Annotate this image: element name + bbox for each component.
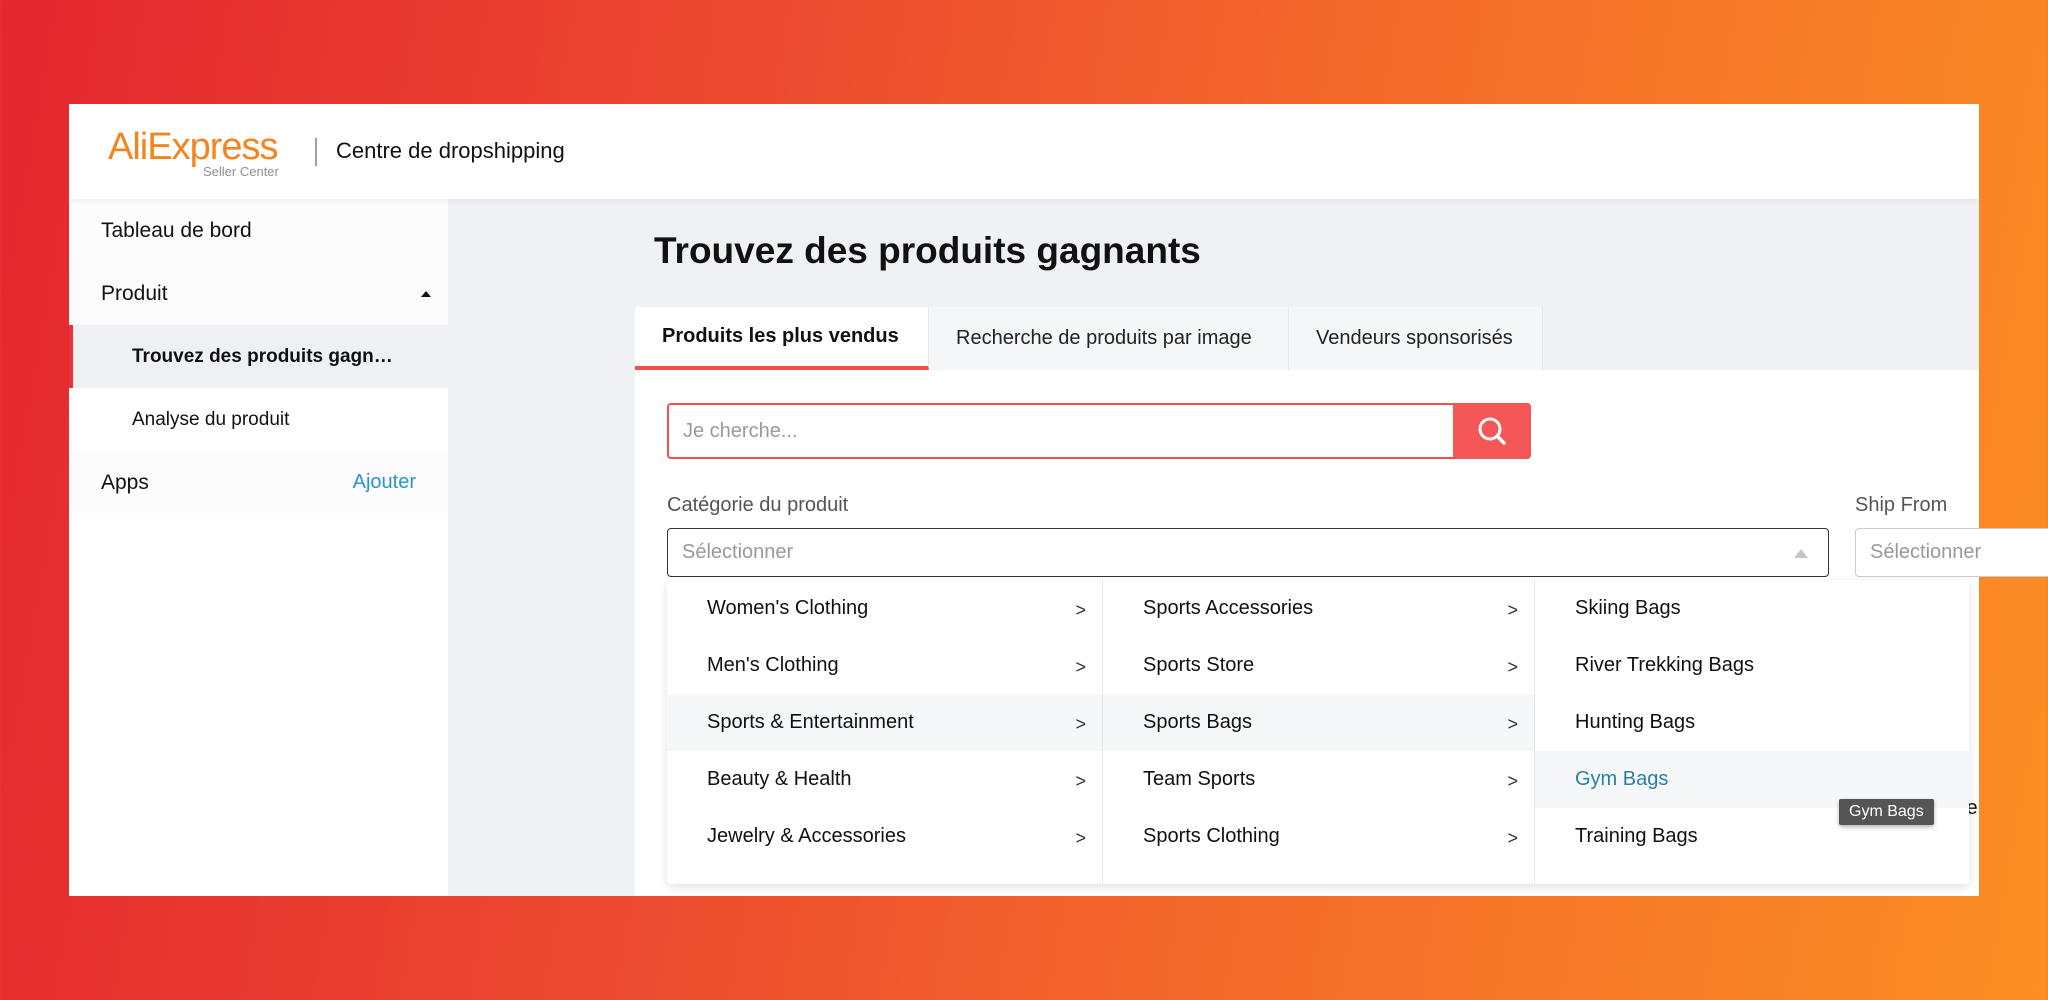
chevron-right-icon: > — [1507, 657, 1518, 677]
search-placeholder: Je cherche... — [683, 420, 798, 442]
sidebar: Tableau de bord Produit Trouvez des prod… — [69, 199, 448, 896]
logo-text: AliExpress — [108, 126, 278, 168]
search-icon — [1478, 417, 1506, 445]
sidebar-item-label: Trouvez des produits gagn… — [132, 345, 393, 367]
option-label: Sports & Entertainment — [707, 711, 914, 733]
ship-from-placeholder: Sélectionner — [1870, 541, 1982, 563]
add-app-link[interactable]: Ajouter — [353, 471, 416, 494]
category-option[interactable]: Men's Clothing > — [667, 637, 1102, 694]
sidebar-item-label: Apps — [101, 470, 149, 494]
aliexpress-logo[interactable]: AliExpress Seller Center — [108, 126, 308, 179]
chevron-right-icon: > — [1075, 771, 1086, 791]
category-column-1: Women's Clothing > Men's Clothing > Sports… — [667, 580, 1103, 884]
ship-from-label: Ship From — [1855, 494, 1948, 516]
category-column-3: Skiing Bags River Trekking Bags Hunting … — [1535, 580, 1969, 884]
category-placeholder: Sélectionner — [682, 541, 794, 563]
category-option[interactable]: Sports Store > — [1103, 637, 1534, 694]
option-label: Training Bags — [1575, 825, 1698, 847]
caret-up-icon — [1794, 549, 1808, 558]
tab-bar: Produits les plus vendus Recherche de pr… — [635, 307, 1543, 370]
page-title: Trouvez des produits gagnants — [654, 230, 1201, 271]
category-option[interactable]: Sports Bags > — [1103, 694, 1534, 751]
category-option[interactable]: Jewelry & Accessories > — [667, 808, 1102, 865]
tooltip: Gym Bags — [1839, 799, 1934, 825]
sidebar-item-analyse[interactable]: Analyse du produit — [69, 388, 448, 451]
option-label: Skiing Bags — [1575, 597, 1681, 619]
header-divider — [315, 138, 317, 166]
option-label: Jewelry & Accessories — [707, 825, 906, 847]
category-label: Catégorie du produit — [667, 494, 849, 516]
category-dropdown: Women's Clothing > Men's Clothing > Sports… — [667, 580, 1969, 884]
tab-best-sellers[interactable]: Produits les plus vendus — [635, 307, 929, 370]
sidebar-item-produit[interactable]: Produit — [69, 262, 448, 325]
category-option[interactable]: Sports & Entertainment > — [667, 694, 1102, 751]
category-option[interactable]: Women's Clothing > — [667, 580, 1102, 637]
option-label: Sports Clothing — [1143, 825, 1280, 847]
option-label: Team Sports — [1143, 768, 1256, 790]
sidebar-item-label: Analyse du produit — [132, 408, 290, 430]
option-label: River Trekking Bags — [1575, 654, 1754, 676]
chevron-right-icon: > — [1075, 600, 1086, 620]
tab-image-search[interactable]: Recherche de produits par image — [929, 307, 1289, 370]
search-input[interactable]: Je cherche... — [667, 403, 1531, 459]
chevron-right-icon: > — [1075, 714, 1086, 734]
option-label: Sports Bags — [1143, 711, 1252, 733]
category-option[interactable]: Hunting Bags — [1535, 694, 1969, 751]
sidebar-item-apps[interactable]: Apps Ajouter — [69, 451, 448, 514]
tab-sponsored-sellers[interactable]: Vendeurs sponsorisés — [1289, 307, 1543, 370]
header-title: Centre de dropshipping — [336, 138, 565, 163]
option-label: Hunting Bags — [1575, 711, 1696, 733]
category-option[interactable]: River Trekking Bags — [1535, 637, 1969, 694]
search-button[interactable] — [1453, 403, 1531, 459]
option-label: Sports Store — [1143, 654, 1255, 676]
chevron-right-icon: > — [1075, 828, 1086, 848]
sidebar-item-dashboard[interactable]: Tableau de bord — [69, 199, 448, 262]
chevron-right-icon: > — [1507, 714, 1518, 734]
option-label: Sports Accessories — [1143, 597, 1314, 619]
chevron-right-icon: > — [1507, 828, 1518, 848]
option-label: Beauty & Health — [707, 768, 852, 790]
category-option[interactable]: Skiing Bags — [1535, 580, 1969, 637]
option-label: Men's Clothing — [707, 654, 839, 676]
category-select[interactable]: Sélectionner — [667, 528, 1829, 577]
chevron-right-icon: > — [1507, 600, 1518, 620]
category-option[interactable]: Team Sports > — [1103, 751, 1534, 808]
chevron-right-icon: > — [1507, 771, 1518, 791]
option-label: Gym Bags — [1575, 768, 1669, 790]
header: AliExpress Seller Center Centre de drops… — [69, 104, 1979, 199]
sidebar-item-label: Produit — [101, 281, 168, 305]
ship-from-select[interactable]: Sélectionner — [1855, 528, 2048, 577]
chevron-right-icon: > — [1075, 657, 1086, 677]
sidebar-item-label: Tableau de bord — [101, 218, 252, 242]
logo-subtitle: Seller Center — [203, 164, 279, 179]
category-column-2: Sports Accessories > Sports Store > Sports… — [1103, 580, 1535, 884]
category-option[interactable]: Beauty & Health > — [667, 751, 1102, 808]
caret-up-icon — [421, 290, 431, 297]
category-option[interactable]: Sports Accessories > — [1103, 580, 1534, 637]
sidebar-item-trouvez[interactable]: Trouvez des produits gagn… — [69, 325, 448, 388]
option-label: Women's Clothing — [707, 597, 869, 619]
category-option[interactable]: Sports Clothing > — [1103, 808, 1534, 865]
